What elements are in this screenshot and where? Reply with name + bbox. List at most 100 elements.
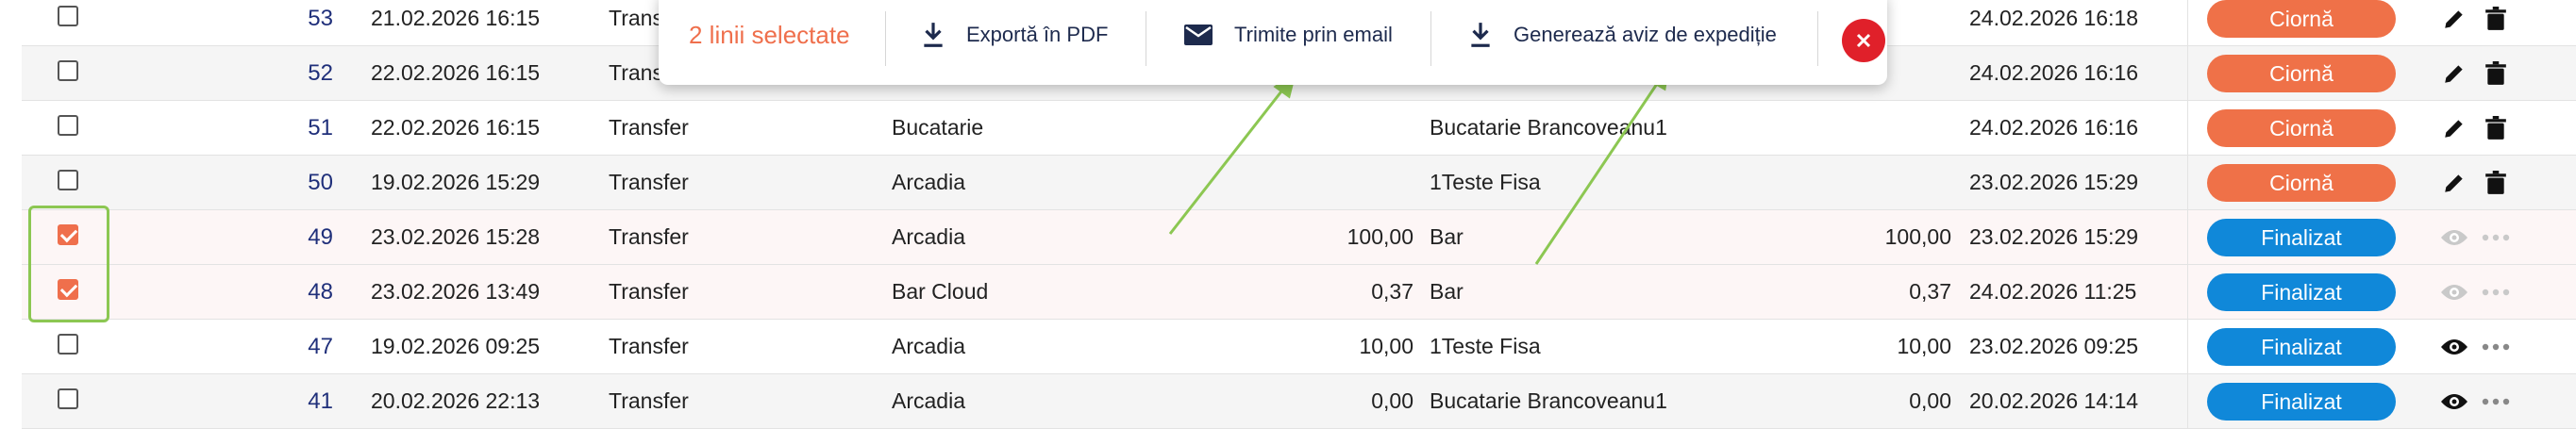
- column-divider: [2187, 156, 2188, 209]
- source-quantity: [1088, 156, 1413, 209]
- row-checkbox[interactable]: [58, 170, 78, 190]
- status-badge[interactable]: Ciornă: [2207, 109, 2396, 147]
- table-row[interactable]: 49 23.02.2026 15:28 Transfer Arcadia 100,00 B…: [22, 210, 2576, 265]
- edit-icon[interactable]: [2437, 0, 2471, 45]
- document-type: Transfer: [609, 279, 689, 304]
- delete-icon[interactable]: [2479, 0, 2513, 45]
- row-checkbox[interactable]: [58, 60, 78, 81]
- status-badge[interactable]: Ciornă: [2207, 55, 2396, 92]
- destination-location: Bar: [1430, 279, 1464, 304]
- destination-quantity: 10,00: [1897, 334, 1951, 358]
- status-badge[interactable]: Finalizat: [2207, 328, 2396, 366]
- source-quantity: 100,00: [1347, 224, 1413, 249]
- toolbar-divider: [1817, 11, 1818, 66]
- column-divider: [2187, 320, 2188, 373]
- row-checkbox[interactable]: [58, 6, 78, 26]
- destination-quantity: [1682, 101, 1951, 155]
- destination-quantity: [1682, 156, 1951, 209]
- edit-icon[interactable]: [2437, 101, 2471, 155]
- send-email-label: Trimite prin email: [1234, 23, 1393, 46]
- status-badge[interactable]: Ciornă: [2207, 164, 2396, 202]
- download-icon: [924, 23, 943, 47]
- status-badge[interactable]: Finalizat: [2207, 273, 2396, 311]
- table-row[interactable]: 47 19.02.2026 09:25 Transfer Arcadia 10,00 1T…: [22, 320, 2576, 374]
- more-options-icon[interactable]: [2479, 265, 2513, 319]
- document-number[interactable]: 47: [182, 320, 333, 373]
- destination-location: 1Teste Fisa: [1430, 170, 1541, 194]
- table-row[interactable]: 41 20.02.2026 22:13 Transfer Arcadia 0,00 Buc…: [22, 374, 2576, 429]
- document-date: 22.02.2026 16:15: [371, 115, 541, 140]
- export-pdf-label: Exportă în PDF: [966, 23, 1109, 46]
- table-row[interactable]: 50 19.02.2026 15:29 Transfer Arcadia 1Teste …: [22, 156, 2576, 210]
- column-divider: [2187, 374, 2188, 428]
- view-icon[interactable]: [2437, 320, 2471, 373]
- document-date: 20.02.2026 22:13: [371, 388, 541, 413]
- status-badge[interactable]: Finalizat: [2207, 383, 2396, 421]
- document-date: 19.02.2026 15:29: [371, 170, 541, 194]
- source-location: Arcadia: [892, 334, 965, 358]
- document-type: Transfer: [609, 334, 689, 358]
- more-options-icon[interactable]: [2479, 210, 2513, 264]
- destination-location: Bucatarie Brancoveanu1: [1430, 115, 1667, 140]
- document-number[interactable]: 41: [182, 374, 333, 428]
- row-checkbox[interactable]: [58, 334, 78, 355]
- table-row[interactable]: 48 23.02.2026 13:49 Transfer Bar Cloud 0,37 B…: [22, 265, 2576, 320]
- document-number[interactable]: 50: [182, 156, 333, 209]
- view-icon[interactable]: [2437, 265, 2471, 319]
- close-icon: [1856, 33, 1871, 48]
- document-number[interactable]: 51: [182, 101, 333, 155]
- document-number[interactable]: 53: [182, 0, 333, 45]
- destination-location: Bucatarie Brancoveanu1: [1430, 388, 1667, 413]
- more-options-icon[interactable]: [2479, 320, 2513, 373]
- modified-date: 24.02.2026 16:18: [1969, 6, 2139, 30]
- destination-quantity: 0,37: [1909, 279, 1951, 304]
- close-toolbar-button[interactable]: [1842, 19, 1885, 62]
- source-quantity: 0,00: [1371, 388, 1413, 413]
- status-badge[interactable]: Finalizat: [2207, 219, 2396, 256]
- document-date: 19.02.2026 09:25: [371, 334, 541, 358]
- toolbar-divider: [885, 11, 886, 66]
- edit-icon[interactable]: [2437, 46, 2471, 100]
- status-badge[interactable]: Ciornă: [2207, 0, 2396, 38]
- email-icon: [1184, 25, 1213, 45]
- delete-icon[interactable]: [2479, 156, 2513, 209]
- source-location: Arcadia: [892, 388, 965, 413]
- generate-notice-label: Generează aviz de expediție: [1514, 23, 1777, 46]
- document-date: 23.02.2026 15:28: [371, 224, 541, 249]
- destination-quantity: 0,00: [1909, 388, 1951, 413]
- send-email-button[interactable]: Trimite prin email: [1183, 15, 1393, 55]
- document-type: Transfer: [609, 388, 689, 413]
- view-icon[interactable]: [2437, 210, 2471, 264]
- source-quantity: [1088, 101, 1413, 155]
- column-divider: [2187, 265, 2188, 319]
- modified-date: 24.02.2026 16:16: [1969, 60, 2139, 85]
- modified-date: 24.02.2026 11:25: [1969, 279, 2137, 304]
- row-checkbox[interactable]: [58, 388, 78, 409]
- document-type: Transfer: [609, 115, 689, 140]
- document-number[interactable]: 52: [182, 46, 333, 100]
- document-number[interactable]: 48: [182, 265, 333, 319]
- selection-highlight: [28, 206, 109, 322]
- destination-location: 1Teste Fisa: [1430, 334, 1541, 358]
- source-location: Bucatarie: [892, 115, 984, 140]
- delete-icon[interactable]: [2479, 46, 2513, 100]
- toolbar-divider: [1430, 11, 1431, 66]
- document-number[interactable]: 49: [182, 210, 333, 264]
- column-divider: [2187, 210, 2188, 264]
- delete-icon[interactable]: [2479, 101, 2513, 155]
- generate-notice-button[interactable]: Generează aviz de expediție: [1468, 15, 1777, 55]
- edit-icon[interactable]: [2437, 156, 2471, 209]
- column-divider: [2187, 101, 2188, 155]
- document-date: 22.02.2026 16:15: [371, 60, 541, 85]
- source-quantity: 10,00: [1359, 334, 1413, 358]
- document-type: Transfer: [609, 170, 689, 194]
- more-options-icon[interactable]: [2479, 374, 2513, 428]
- table-row[interactable]: 51 22.02.2026 16:15 Transfer Bucatarie Bucat…: [22, 101, 2576, 156]
- document-date: 21.02.2026 16:15: [371, 6, 541, 30]
- view-icon[interactable]: [2437, 374, 2471, 428]
- document-date: 23.02.2026 13:49: [371, 279, 541, 304]
- modified-date: 23.02.2026 15:29: [1969, 224, 2139, 249]
- export-pdf-button[interactable]: Exportă în PDF: [921, 15, 1108, 55]
- row-checkbox[interactable]: [58, 115, 78, 136]
- column-divider: [2187, 46, 2188, 100]
